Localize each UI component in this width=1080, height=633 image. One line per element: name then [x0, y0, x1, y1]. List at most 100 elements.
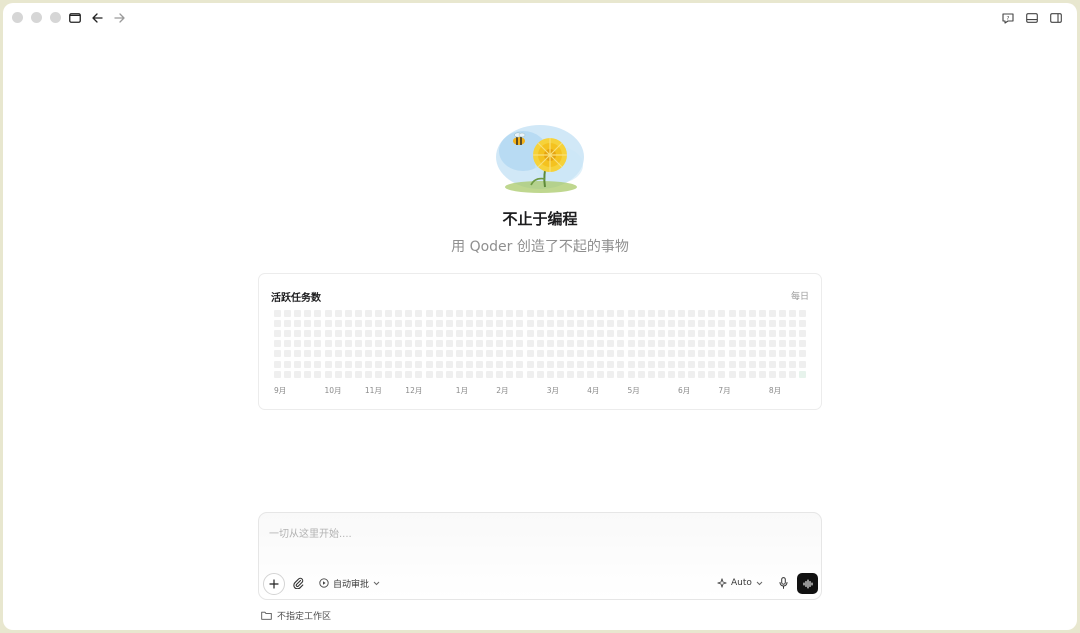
heatmap-cell[interactable] [678, 320, 685, 328]
heatmap-cell[interactable] [304, 330, 312, 338]
heatmap-cell[interactable] [425, 350, 433, 358]
heatmap-cell[interactable] [688, 310, 696, 317]
heatmap-cell[interactable] [799, 330, 807, 338]
heatmap-cell[interactable] [597, 320, 605, 328]
heatmap-cell[interactable] [577, 360, 584, 368]
heatmap-cell[interactable] [405, 360, 413, 368]
heatmap-cell[interactable] [476, 310, 483, 317]
heatmap-cell[interactable] [354, 320, 362, 328]
heatmap-cell[interactable] [546, 320, 554, 328]
heatmap-cell[interactable] [324, 330, 332, 338]
heatmap-cell[interactable] [274, 310, 281, 317]
heatmap-cell[interactable] [768, 340, 776, 348]
heatmap-cell[interactable] [637, 350, 645, 358]
heatmap-cell[interactable] [728, 320, 736, 328]
heatmap-cell[interactable] [415, 370, 423, 378]
heatmap-cell[interactable] [789, 350, 797, 358]
heatmap-cell[interactable] [556, 310, 564, 317]
heatmap-cell[interactable] [284, 350, 292, 358]
heatmap-cell[interactable] [496, 370, 504, 378]
heatmap-cell[interactable] [405, 370, 413, 378]
heatmap-cell[interactable] [728, 370, 736, 378]
heatmap-cell[interactable] [678, 370, 685, 378]
heatmap-cell[interactable] [748, 350, 756, 358]
heatmap-cell[interactable] [718, 350, 726, 358]
heatmap-cell[interactable] [334, 320, 342, 328]
heatmap-cell[interactable] [758, 320, 766, 328]
heatmap-cell[interactable] [637, 310, 645, 317]
heatmap-cell[interactable] [789, 330, 797, 338]
heatmap-cell[interactable] [526, 360, 534, 368]
heatmap-cell[interactable] [577, 370, 584, 378]
heatmap-cell[interactable] [364, 310, 372, 317]
heatmap-cell[interactable] [324, 320, 332, 328]
heatmap-cell[interactable] [486, 320, 494, 328]
heatmap-cell[interactable] [627, 330, 635, 338]
heatmap-cell[interactable] [667, 320, 675, 328]
heatmap-cell[interactable] [476, 340, 483, 348]
heatmap-cell[interactable] [577, 340, 584, 348]
forward-arrow-icon[interactable] [111, 10, 127, 26]
heatmap-cell[interactable] [314, 330, 322, 338]
heatmap-cell[interactable] [344, 360, 352, 368]
heatmap-cell[interactable] [516, 350, 524, 358]
heatmap-cell[interactable] [536, 360, 544, 368]
heatmap-cell[interactable] [597, 310, 605, 317]
heatmap-cell[interactable] [698, 310, 706, 317]
heatmap-cell[interactable] [657, 340, 665, 348]
heatmap-cell[interactable] [516, 340, 524, 348]
heatmap-cell[interactable] [556, 340, 564, 348]
heatmap-cell[interactable] [455, 320, 463, 328]
heatmap-cell[interactable] [455, 340, 463, 348]
heatmap-cell[interactable] [779, 370, 786, 378]
heatmap-cell[interactable] [536, 340, 544, 348]
auto-approve-dropdown[interactable]: 自动审批 [319, 576, 380, 590]
heatmap-cell[interactable] [364, 370, 372, 378]
attach-button[interactable] [291, 576, 305, 590]
heatmap-cell[interactable] [768, 310, 776, 317]
heatmap-cell[interactable] [344, 370, 352, 378]
heatmap-cell[interactable] [334, 330, 342, 338]
heatmap-cell[interactable] [405, 310, 413, 317]
back-arrow-icon[interactable] [89, 10, 105, 26]
heatmap-cell[interactable] [597, 330, 605, 338]
heatmap-cell[interactable] [617, 360, 625, 368]
heatmap-cell[interactable] [354, 310, 362, 317]
heatmap-cell[interactable] [647, 320, 655, 328]
heatmap-cell[interactable] [425, 310, 433, 317]
heatmap-cell[interactable] [546, 370, 554, 378]
heatmap-cell[interactable] [516, 330, 524, 338]
heatmap-cell[interactable] [375, 320, 382, 328]
heatmap-cell[interactable] [758, 370, 766, 378]
heatmap-cell[interactable] [617, 330, 625, 338]
heatmap-cell[interactable] [789, 340, 797, 348]
heatmap-cell[interactable] [526, 310, 534, 317]
heatmap-cell[interactable] [617, 370, 625, 378]
heatmap-cell[interactable] [657, 350, 665, 358]
heatmap-cell[interactable] [577, 320, 584, 328]
heatmap-cell[interactable] [344, 320, 352, 328]
heatmap-cell[interactable] [688, 320, 696, 328]
heatmap-cell[interactable] [496, 330, 504, 338]
heatmap-cell[interactable] [344, 310, 352, 317]
heatmap-cell[interactable] [758, 310, 766, 317]
heatmap-cell[interactable] [395, 350, 403, 358]
heatmap-cell[interactable] [445, 370, 453, 378]
heatmap-cell[interactable] [425, 360, 433, 368]
heatmap-cell[interactable] [647, 340, 655, 348]
heatmap-cell[interactable] [617, 320, 625, 328]
heatmap-cell[interactable] [476, 370, 483, 378]
heatmap-cell[interactable] [718, 310, 726, 317]
heatmap-cell[interactable] [435, 370, 443, 378]
heatmap-cell[interactable] [607, 350, 615, 358]
voice-mode-button[interactable] [797, 573, 818, 594]
heatmap-cell[interactable] [284, 310, 292, 317]
heatmap-cell[interactable] [728, 360, 736, 368]
heatmap-cell[interactable] [637, 360, 645, 368]
heatmap-cell[interactable] [324, 350, 332, 358]
heatmap-cell[interactable] [506, 360, 514, 368]
heatmap-cell[interactable] [536, 350, 544, 358]
heatmap-cell[interactable] [698, 370, 706, 378]
heatmap-cell[interactable] [667, 350, 675, 358]
heatmap-cell[interactable] [334, 360, 342, 368]
